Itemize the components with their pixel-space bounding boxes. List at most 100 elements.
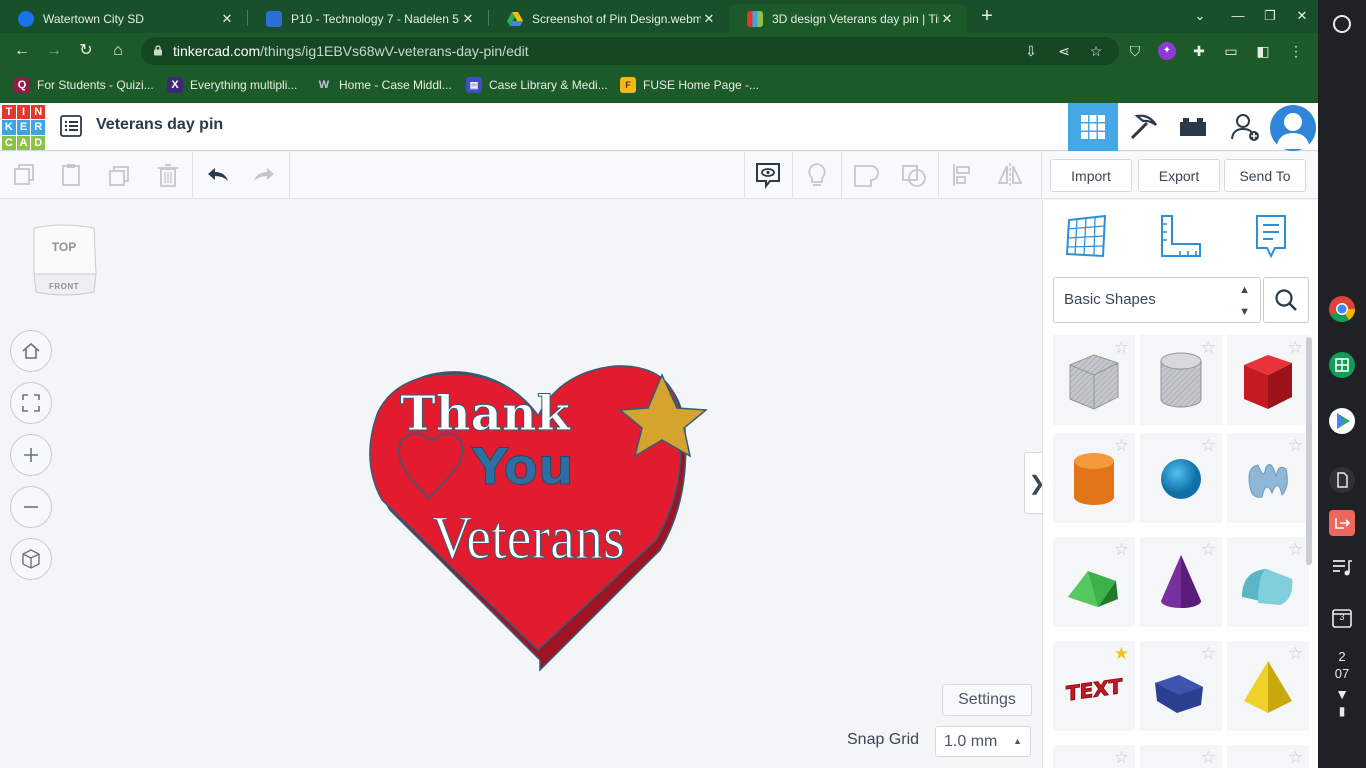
shapes-scrollbar[interactable] — [1306, 337, 1312, 565]
star-icon[interactable]: ☆ — [1114, 748, 1129, 768]
mirror-button[interactable] — [994, 159, 1026, 191]
close-icon[interactable]: ✕ — [939, 11, 955, 27]
window-close-icon[interactable]: ✕ — [1290, 6, 1314, 26]
tab-watertown[interactable]: Watertown City SD ✕ — [0, 4, 247, 33]
ungroup-button[interactable] — [898, 159, 930, 191]
delete-button[interactable] — [152, 159, 184, 191]
install-app-icon[interactable]: ⇩ — [1022, 42, 1040, 60]
tab-screenshot-pin[interactable]: Screenshot of Pin Design.webm ✕ — [489, 4, 729, 33]
group-button[interactable] — [850, 159, 882, 191]
shelf-exit-app[interactable] — [1328, 509, 1356, 537]
restore-icon[interactable]: ❐ — [1258, 6, 1282, 26]
address-bar[interactable]: tinkercad.com/things/ig1EBVs68wV-veteran… — [141, 37, 1119, 65]
perspective-toggle-button[interactable] — [10, 538, 52, 580]
shelf-play-store[interactable] — [1328, 407, 1356, 435]
bookmark-case-middle[interactable]: W Home - Case Middl... — [316, 75, 452, 95]
tab-search-chevron-icon[interactable]: ⌄ — [1188, 6, 1212, 26]
home-view-button[interactable] — [10, 330, 52, 372]
shape-cone[interactable]: ☆ — [1140, 537, 1222, 627]
share-icon[interactable]: ⋖ — [1055, 42, 1073, 60]
zoom-out-button[interactable] — [10, 486, 52, 528]
minimize-icon[interactable]: — — [1226, 6, 1250, 26]
shape-polygon[interactable]: ☆ — [1140, 641, 1222, 731]
shelf-chrome[interactable] — [1328, 295, 1356, 323]
close-icon[interactable]: ✕ — [460, 11, 476, 27]
show-all-button[interactable] — [801, 159, 833, 191]
add-collaborator-button[interactable] — [1220, 103, 1270, 151]
notes-button[interactable] — [752, 159, 784, 191]
reload-icon[interactable]: ↻ — [75, 40, 97, 62]
export-button[interactable]: Export — [1138, 159, 1220, 192]
ruler-icon[interactable] — [1158, 214, 1202, 258]
side-panel-icon[interactable]: ◧ — [1254, 42, 1272, 60]
paste-button[interactable] — [55, 159, 87, 191]
shape-round-roof[interactable]: ☆ — [1227, 537, 1309, 627]
workplane-grid-icon[interactable] — [1065, 214, 1109, 258]
duplicate-button[interactable] — [104, 159, 136, 191]
close-icon[interactable]: ✕ — [219, 11, 235, 27]
status-tray[interactable]: 2 07 ▼ ▮ — [1318, 648, 1366, 720]
shape-box[interactable]: ☆ — [1227, 335, 1309, 425]
bookmark-fuse-home[interactable]: F FUSE Home Page -... — [620, 75, 759, 95]
send-to-button[interactable]: Send To — [1224, 159, 1306, 192]
star-icon[interactable]: ☆ — [1201, 748, 1216, 768]
new-tab-button[interactable]: + — [976, 5, 998, 27]
design-title[interactable]: Veterans day pin — [96, 116, 223, 134]
tinkercad-logo[interactable]: T I N K E R C A D — [2, 105, 45, 150]
shape-roof[interactable]: ☆ — [1053, 537, 1135, 627]
toolbar-divider — [192, 152, 193, 199]
extension-badge-icon[interactable]: ✦ — [1158, 42, 1176, 60]
kebab-menu-icon[interactable]: ⋮ — [1287, 42, 1305, 60]
bookmark-quizizz[interactable]: Q For Students - Quizi... — [14, 75, 154, 95]
bricks-view-button[interactable] — [1168, 103, 1218, 151]
shelf-sheets[interactable] — [1328, 351, 1356, 379]
shape-sphere[interactable]: ☆ — [1140, 433, 1222, 523]
align-button[interactable] — [947, 159, 979, 191]
shape-partial-tile[interactable]: ☆ — [1227, 745, 1309, 768]
tab-p10-technology[interactable]: P10 - Technology 7 - Nadelen 5 ✕ — [248, 4, 488, 33]
bookmark-multiplication[interactable]: X Everything multipli... — [167, 75, 297, 95]
zoom-in-button[interactable] — [10, 434, 52, 476]
redo-button[interactable] — [248, 159, 280, 191]
notes-icon[interactable] — [1249, 214, 1293, 258]
shape-text[interactable]: ★ TEXT — [1053, 641, 1135, 731]
view-cube[interactable]: TOP FRONT — [28, 222, 100, 302]
undo-button[interactable] — [202, 159, 234, 191]
home-icon[interactable]: ⌂ — [107, 40, 129, 62]
settings-button[interactable]: Settings — [942, 684, 1032, 716]
fit-all-button[interactable] — [10, 382, 52, 424]
snap-grid-select[interactable]: 1.0 mm ▲ — [935, 726, 1031, 757]
shape-pyramid[interactable]: ☆ — [1227, 641, 1309, 731]
copy-button[interactable] — [8, 159, 40, 191]
design-list-icon[interactable] — [60, 115, 82, 137]
back-arrow-icon[interactable]: ← — [11, 40, 33, 62]
shelf-files[interactable] — [1328, 466, 1356, 494]
bookmark-case-library[interactable]: ▤ Case Library & Medi... — [466, 75, 608, 95]
puzzle-extensions-icon[interactable]: ✚ — [1190, 42, 1208, 60]
blocks-view-button[interactable] — [1118, 103, 1168, 151]
launcher-button[interactable] — [1328, 10, 1356, 38]
cast-icon[interactable]: ▭ — [1222, 42, 1240, 60]
user-avatar[interactable] — [1270, 105, 1316, 151]
tab-tinkercad-design[interactable]: 3D design Veterans day pin | Tin ✕ — [729, 4, 967, 33]
veterans-heart-design[interactable]: Thank You Veterans — [360, 360, 730, 680]
shelf-media-controls[interactable] — [1328, 553, 1356, 581]
shape-scribble[interactable]: ☆ — [1227, 433, 1309, 523]
workplane-canvas[interactable]: TOP FRONT Thank You Veterans ❯ Settings … — [0, 200, 1050, 768]
text-shape-icon: TEXT — [1066, 673, 1124, 706]
shape-cylinder-hole[interactable]: ☆ — [1140, 335, 1222, 425]
bookmark-star-icon[interactable]: ☆ — [1087, 42, 1105, 60]
star-icon[interactable]: ☆ — [1288, 748, 1303, 768]
shield-extension-icon[interactable]: ⛉ — [1126, 42, 1144, 60]
3d-design-view-button[interactable] — [1068, 103, 1118, 151]
forward-arrow-icon[interactable]: → — [43, 40, 65, 62]
shape-category-select[interactable]: Basic Shapes ▲ ▼ — [1053, 277, 1261, 323]
shape-partial-tile[interactable]: ☆ — [1053, 745, 1135, 768]
import-button[interactable]: Import — [1050, 159, 1132, 192]
shape-partial-tile[interactable]: ☆ — [1140, 745, 1222, 768]
shape-cylinder[interactable]: ☆ — [1053, 433, 1135, 523]
close-icon[interactable]: ✕ — [701, 11, 717, 27]
shelf-calendar[interactable]: 3 — [1328, 604, 1356, 632]
shape-search-button[interactable] — [1263, 277, 1309, 323]
shape-box-hole[interactable]: ☆ — [1053, 335, 1135, 425]
